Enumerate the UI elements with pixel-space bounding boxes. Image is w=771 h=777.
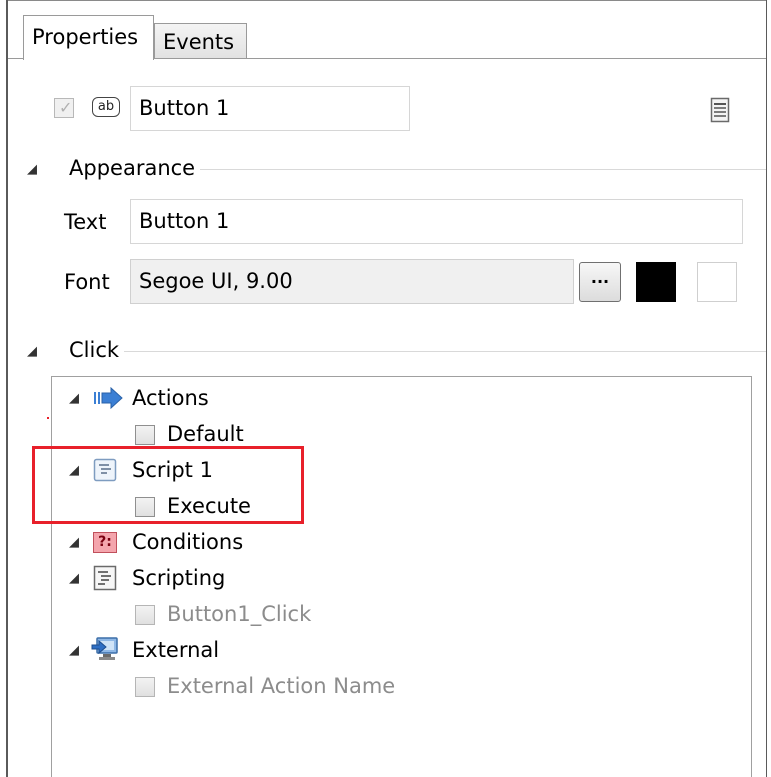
condition-icon: ?: xyxy=(93,532,117,553)
tab-properties[interactable]: Properties xyxy=(23,15,154,60)
tree-item-scripting[interactable]: Scripting xyxy=(132,566,225,590)
tree-item-button1-click[interactable]: Button1_Click xyxy=(167,602,311,626)
button1-click-checkbox[interactable] xyxy=(135,605,155,625)
expand-arrow-icon[interactable]: ◢ xyxy=(69,535,79,550)
window-right-border xyxy=(766,0,767,777)
font-label: Font xyxy=(64,270,110,294)
external-icon xyxy=(91,637,118,660)
section-divider xyxy=(124,351,766,352)
font-picker-button[interactable]: ... xyxy=(579,262,621,302)
external-action-checkbox[interactable] xyxy=(135,677,155,697)
appearance-section-title: Appearance xyxy=(69,156,196,180)
stray-mark xyxy=(47,417,49,419)
section-divider xyxy=(200,169,766,170)
click-actions-tree[interactable]: ◢ Actions Default ◢ Script 1 Execute ◢ ?… xyxy=(51,376,752,777)
properties-page-icon[interactable] xyxy=(710,97,730,123)
tree-item-actions[interactable]: Actions xyxy=(132,386,209,410)
tree-item-external[interactable]: External xyxy=(132,638,219,662)
blue-arrow-icon xyxy=(94,387,123,409)
font-field[interactable]: Segoe UI, 9.00 xyxy=(130,259,574,304)
text-label: Text xyxy=(64,210,107,234)
tree-item-conditions[interactable]: Conditions xyxy=(132,530,243,554)
collapse-arrow-icon[interactable]: ◢ xyxy=(27,344,37,359)
tab-events[interactable]: Events xyxy=(154,23,247,59)
tree-item-external-action-name[interactable]: External Action Name xyxy=(167,674,395,698)
expand-arrow-icon[interactable]: ◢ xyxy=(69,391,79,406)
collapse-arrow-icon[interactable]: ◢ xyxy=(27,162,37,177)
enabled-checkbox[interactable]: ✓ xyxy=(54,98,74,118)
window-left-border xyxy=(6,0,8,777)
scripting-icon xyxy=(93,565,117,591)
click-section-title: Click xyxy=(69,338,120,362)
ab-text-icon: ab xyxy=(92,97,120,117)
default-checkbox[interactable] xyxy=(135,425,155,445)
expand-arrow-icon[interactable]: ◢ xyxy=(69,643,79,658)
checkmark-icon: ✓ xyxy=(59,98,73,117)
red-highlight-box xyxy=(32,446,304,524)
background-color-swatch[interactable] xyxy=(697,262,737,302)
foreground-color-swatch[interactable] xyxy=(636,262,676,302)
expand-arrow-icon[interactable]: ◢ xyxy=(69,571,79,586)
window-top-border xyxy=(6,0,767,1)
tree-item-default[interactable]: Default xyxy=(167,422,244,446)
control-name-field[interactable]: Button 1 xyxy=(130,86,410,131)
text-field[interactable]: Button 1 xyxy=(130,199,743,244)
